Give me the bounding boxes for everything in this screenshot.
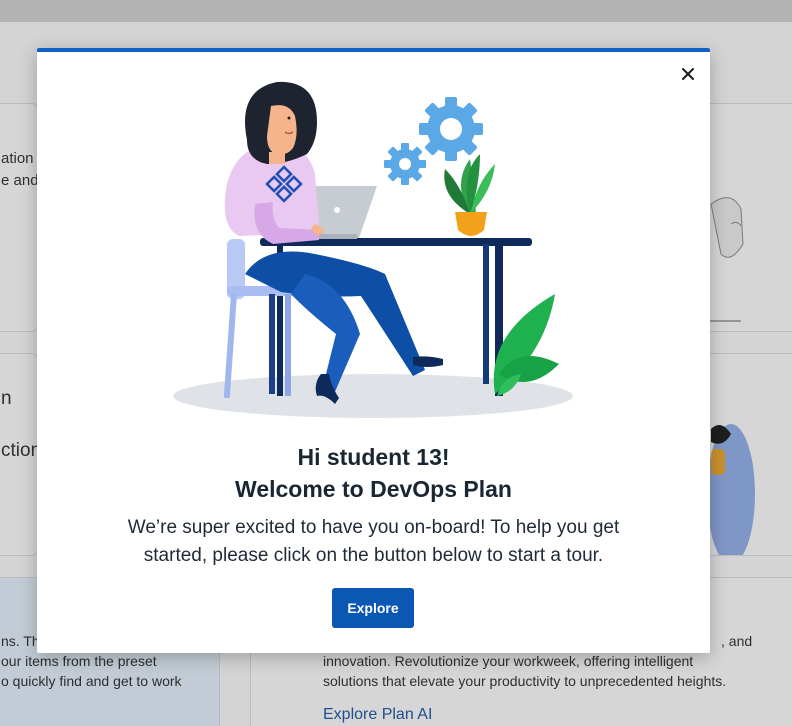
explore-button[interactable]: Explore (332, 588, 414, 628)
leaf-plant-icon (493, 294, 559, 396)
small-gear-icon (384, 143, 426, 185)
potted-plant-icon (444, 154, 495, 236)
close-button[interactable] (678, 64, 698, 84)
large-gear-icon (419, 97, 483, 161)
close-icon (682, 68, 694, 80)
person-head (245, 81, 317, 164)
welcome-message: We’re super excited to have you on-board… (127, 517, 620, 566)
greeting-heading: Hi student 13! (297, 444, 450, 470)
dialog-accent-bar (37, 48, 710, 52)
modal-overlay: Hi student 13! Welcome to DevOps Plan We… (0, 0, 792, 726)
welcome-heading: Welcome to DevOps Plan (235, 476, 512, 502)
welcome-illustration (173, 81, 573, 418)
welcome-dialog: Hi student 13! Welcome to DevOps Plan We… (37, 48, 710, 653)
